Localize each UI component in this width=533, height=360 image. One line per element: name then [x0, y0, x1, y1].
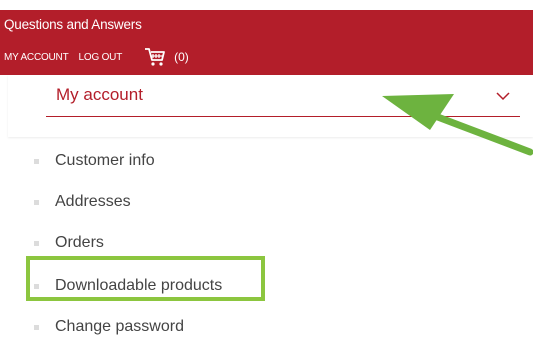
menu-item-change-password[interactable]: Change password — [34, 316, 184, 338]
menu-item-label: Orders — [55, 234, 104, 251]
annotation-highlight-box — [26, 256, 265, 301]
menu-item-label: Customer info — [55, 152, 155, 169]
menu-item-orders[interactable]: Orders — [34, 232, 104, 254]
log-out-link[interactable]: LOG OUT — [79, 52, 123, 63]
annotation-arrow-icon — [380, 86, 533, 161]
bullet-icon — [34, 199, 39, 205]
account-select-label: My account — [56, 85, 143, 104]
shopping-cart-icon[interactable] — [144, 47, 166, 67]
menu-item-label: Addresses — [55, 193, 131, 210]
bullet-icon — [34, 158, 39, 164]
header-bar: Questions and Answers MY ACCOUNT LOG OUT… — [0, 10, 533, 75]
my-account-link[interactable]: MY ACCOUNT — [4, 52, 69, 63]
bullet-icon — [34, 324, 39, 330]
menu-item-label: Change password — [55, 318, 184, 335]
menu-item-customer-info[interactable]: Customer info — [34, 150, 155, 172]
cart-count[interactable]: (0) — [174, 50, 189, 64]
site-title[interactable]: Questions and Answers — [4, 17, 142, 32]
menu-item-addresses[interactable]: Addresses — [34, 191, 131, 213]
header-nav: MY ACCOUNT LOG OUT (0) — [4, 46, 189, 68]
bullet-icon — [34, 240, 39, 246]
